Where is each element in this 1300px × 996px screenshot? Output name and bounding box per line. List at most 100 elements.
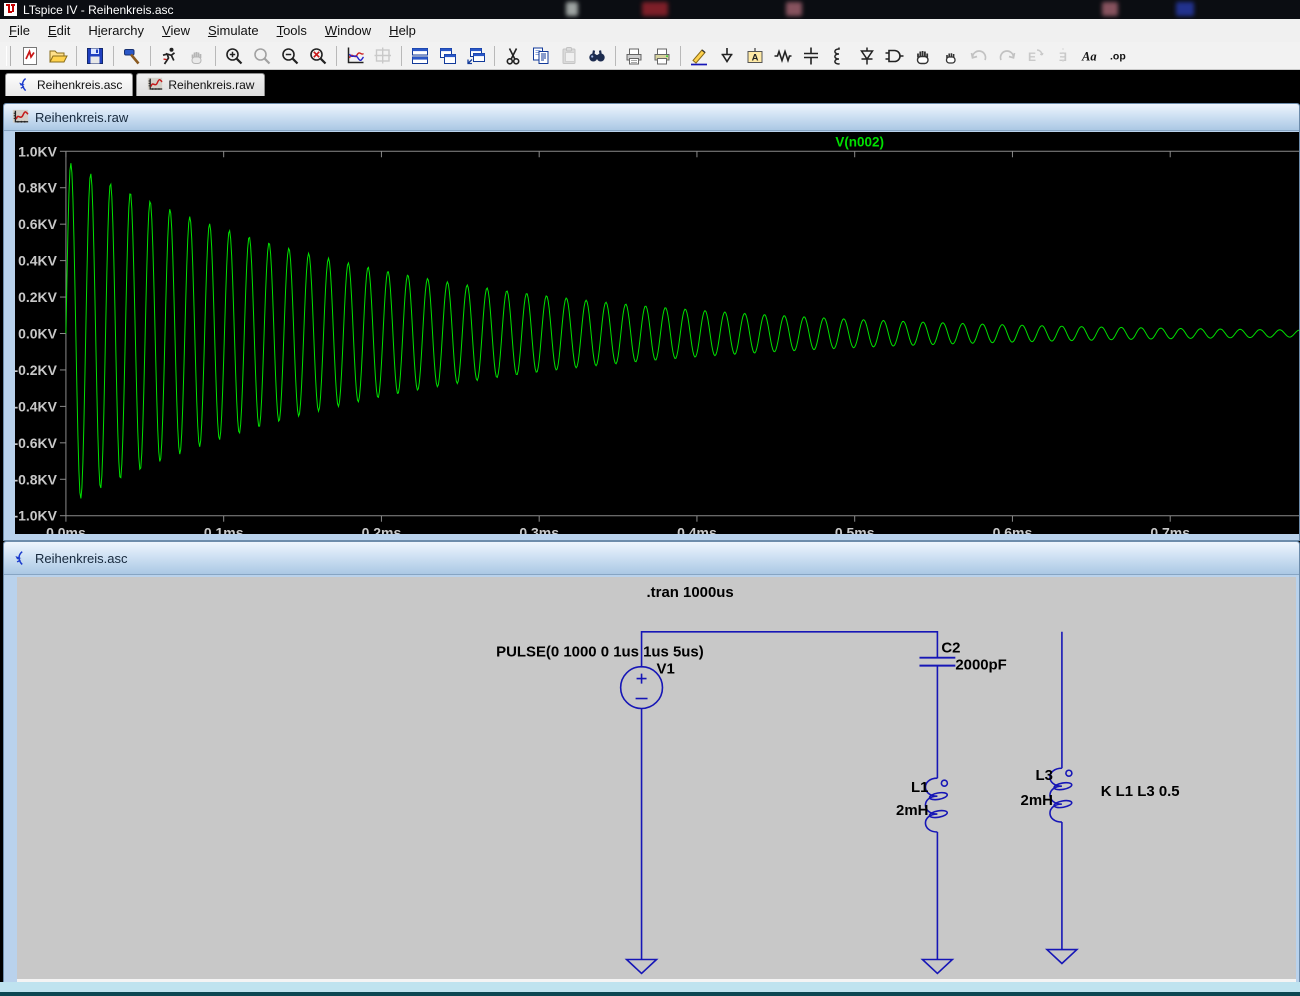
- svg-text:A: A: [752, 52, 759, 63]
- l1-value-text[interactable]: 2mH: [896, 802, 928, 819]
- net-label-button[interactable]: A: [741, 43, 769, 69]
- toolbar-separator: [215, 46, 216, 66]
- ground-symbol[interactable]: [627, 960, 657, 974]
- menu-window[interactable]: Window: [316, 20, 380, 41]
- paste-button: [555, 43, 583, 69]
- toolbar-separator: [76, 46, 77, 66]
- print-button[interactable]: [648, 43, 676, 69]
- mdi-client-area: Reihenkreis.raw 1.0KV0.8KV0.6KV0.4KV0.2K…: [0, 96, 1300, 996]
- undo-button: [965, 43, 993, 69]
- drag-button[interactable]: [937, 43, 965, 69]
- zoom-in-button[interactable]: [220, 43, 248, 69]
- spice-directive-text[interactable]: .tran 1000us: [647, 584, 734, 601]
- toolbar-separator: [680, 46, 681, 66]
- spice-directive-button[interactable]: .op: [1105, 43, 1133, 69]
- save-button[interactable]: [81, 43, 109, 69]
- x-axis-tick-label: 0.6ms: [993, 525, 1033, 534]
- y-axis-tick-label: -0.6KV: [15, 435, 58, 451]
- autorange-y-button[interactable]: [341, 43, 369, 69]
- ltspice-main-window: LTspice IV - Reihenkreis.asc FileEditHie…: [0, 0, 1300, 996]
- capacitor-c2[interactable]: [919, 658, 955, 666]
- coupling-text[interactable]: K L1 L3 0.5: [1101, 783, 1180, 800]
- schematic-window-titlebar[interactable]: Reihenkreis.asc: [4, 542, 1299, 575]
- print-preview-button[interactable]: [620, 43, 648, 69]
- open-button[interactable]: [44, 43, 72, 69]
- inductor-l1[interactable]: [925, 778, 947, 832]
- inductor-button[interactable]: [825, 43, 853, 69]
- l3-value-text[interactable]: 2mH: [1021, 792, 1053, 809]
- window-titlebar[interactable]: LTspice IV - Reihenkreis.asc: [0, 0, 1300, 19]
- capacitor-button[interactable]: [797, 43, 825, 69]
- new-schematic-button[interactable]: [16, 43, 44, 69]
- copy-button[interactable]: [527, 43, 555, 69]
- inductor-l3[interactable]: [1050, 768, 1072, 822]
- y-axis-tick-label: -0.4KV: [15, 398, 58, 414]
- menu-hierarchy[interactable]: Hierarchy: [79, 20, 153, 41]
- y-axis-tick-label: -1.0KV: [15, 508, 58, 524]
- menu-view[interactable]: View: [153, 20, 199, 41]
- schematic-canvas[interactable]: .tran 1000us PULSE(0 1000 0 1us 1us 5us)…: [17, 577, 1296, 979]
- tab-reihenkreis.raw[interactable]: Reihenkreis.raw: [136, 73, 265, 96]
- resistor-button[interactable]: [769, 43, 797, 69]
- y-axis-tick-label: 0.6KV: [18, 216, 58, 232]
- toolbar-separator: [615, 46, 616, 66]
- c2-value-text[interactable]: 2000pF: [955, 657, 1006, 674]
- titlebar-artifact: [1176, 2, 1194, 16]
- tab-reihenkreis.asc[interactable]: Reihenkreis.asc: [5, 73, 133, 96]
- svg-text:.op: .op: [1110, 50, 1126, 62]
- diode-button[interactable]: [853, 43, 881, 69]
- mirror-button: E: [1049, 43, 1077, 69]
- y-axis-tick-label: -0.2KV: [15, 362, 58, 378]
- waveform-icon: [12, 109, 29, 126]
- toolbar: AEEAa.op: [0, 42, 1300, 70]
- ground-symbol[interactable]: [1047, 950, 1077, 964]
- tile-horizontal-button[interactable]: [406, 43, 434, 69]
- x-axis-tick-label: 0.3ms: [519, 525, 559, 534]
- control-panel-button[interactable]: [118, 43, 146, 69]
- l1-name-text[interactable]: L1: [911, 779, 928, 796]
- tile-vertical-button[interactable]: [434, 43, 462, 69]
- tab-strip: Reihenkreis.ascReihenkreis.raw: [0, 70, 1300, 96]
- wire-button[interactable]: [685, 43, 713, 69]
- c2-name-text[interactable]: C2: [941, 640, 960, 657]
- toolbar-separator: [401, 46, 402, 66]
- titlebar-artifact: [566, 2, 578, 16]
- svg-text:Aa: Aa: [1081, 49, 1097, 63]
- x-axis-tick-label: 0.7ms: [1150, 525, 1190, 534]
- menu-edit[interactable]: Edit: [39, 20, 79, 41]
- find-button[interactable]: [583, 43, 611, 69]
- y-axis-tick-label: 0.0KV: [18, 325, 58, 341]
- menu-simulate[interactable]: Simulate: [199, 20, 268, 41]
- waveform-plot-area[interactable]: 1.0KV0.8KV0.6KV0.4KV0.2KV0.0KV-0.2KV-0.4…: [15, 132, 1299, 534]
- move-button[interactable]: [909, 43, 937, 69]
- cut-button[interactable]: [499, 43, 527, 69]
- ground-symbol[interactable]: [922, 960, 952, 974]
- run-button[interactable]: [155, 43, 183, 69]
- trace-label[interactable]: V(n002): [835, 134, 884, 149]
- text-button[interactable]: Aa: [1077, 43, 1105, 69]
- ground-button[interactable]: [713, 43, 741, 69]
- zoom-extents-button[interactable]: [304, 43, 332, 69]
- schematic-window: Reihenkreis.asc: [3, 541, 1300, 984]
- toolbar-grip[interactable]: [6, 46, 11, 66]
- schematic-window-title: Reihenkreis.asc: [35, 551, 128, 566]
- zoom-out-button[interactable]: [276, 43, 304, 69]
- y-axis-tick-label: -0.8KV: [15, 471, 58, 487]
- component-button[interactable]: [881, 43, 909, 69]
- cascade-button[interactable]: [462, 43, 490, 69]
- waveform-window: Reihenkreis.raw 1.0KV0.8KV0.6KV0.4KV0.2K…: [3, 103, 1300, 541]
- pan-button: [369, 43, 397, 69]
- menu-help[interactable]: Help: [380, 20, 425, 41]
- v1-name-text[interactable]: V1: [657, 661, 675, 678]
- menu-bar: FileEditHierarchyViewSimulateToolsWindow…: [0, 19, 1300, 43]
- menu-tools[interactable]: Tools: [268, 20, 316, 41]
- l3-name-text[interactable]: L3: [1036, 767, 1053, 784]
- bottom-strip-edge: [0, 992, 1300, 996]
- redo-button: [993, 43, 1021, 69]
- voltage-trace[interactable]: [66, 163, 1299, 498]
- ltspice-logo-icon: [4, 3, 17, 16]
- waveform-window-titlebar[interactable]: Reihenkreis.raw: [4, 104, 1299, 131]
- v1-value-text[interactable]: PULSE(0 1000 0 1us 1us 5us): [496, 644, 704, 661]
- menu-file[interactable]: File: [0, 20, 39, 41]
- schematic-icon: [12, 550, 29, 567]
